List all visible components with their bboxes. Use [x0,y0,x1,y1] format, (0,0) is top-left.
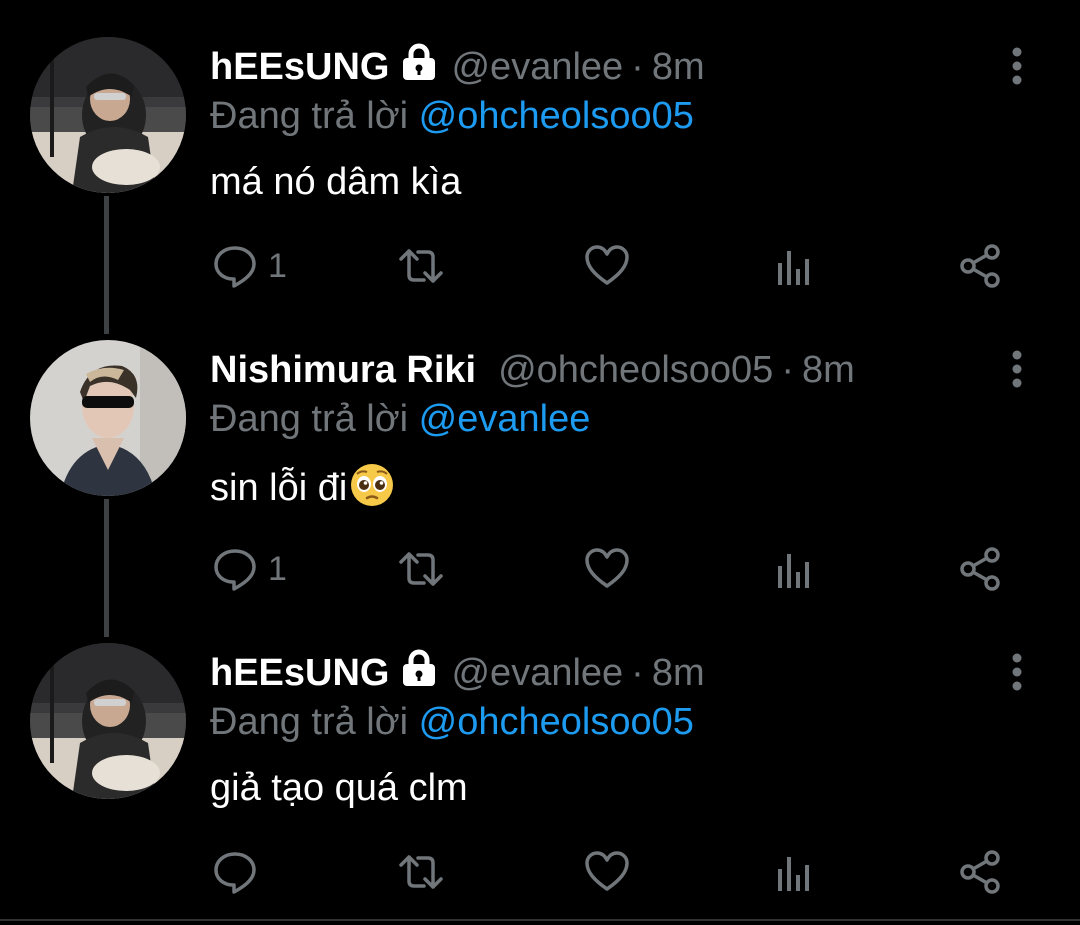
more-vertical-icon[interactable] [1000,347,1034,391]
tweet-header: Nishimura Riki @ohcheolsoo05 · 8m [210,345,855,395]
tweet-actions: 1 [0,541,1080,597]
display-name[interactable]: hEEsUNG [210,652,389,694]
replying-to-label: Đang trả lời [210,398,409,440]
user-handle[interactable]: @evanlee [451,46,623,88]
replying-to-line: Đang trả lời @ohcheolsoo05 [210,93,694,139]
retweet-icon [399,249,443,283]
tweet-actions [0,844,1080,900]
like-button[interactable] [584,844,630,900]
avatar-image [30,643,186,799]
tweet[interactable]: Nishimura Riki @ohcheolsoo05 · 8m Đang trả … [0,303,1080,606]
more-vertical-icon[interactable] [1000,650,1034,694]
analytics-button[interactable] [772,844,818,900]
reply-count: 1 [268,246,287,285]
tweet-text: giả tạo quá clm [210,765,468,811]
avatar[interactable] [30,643,186,799]
retweet-icon [399,855,443,889]
tweet-text: má nó dâm kìa [210,159,461,205]
avatar[interactable] [30,340,186,496]
separator-dot: · [781,349,794,391]
analytics-icon [778,857,809,891]
lock-icon [403,649,436,686]
like-icon [585,548,629,588]
pleading-face-emoji [351,464,394,506]
reply-to-handle[interactable]: @ohcheolsoo05 [419,95,694,137]
tweet-text-content: giả tạo quá clm [210,767,468,809]
divider [0,919,1080,921]
user-handle[interactable]: @evanlee [451,652,623,694]
replying-to-label: Đang trả lời [210,95,409,137]
tweet[interactable]: hEEsUNG @evanlee · 8m Đang trả lời @ohcheol… [0,0,1080,303]
tweet-text-content: sin lỗi đi [210,467,348,509]
retweet-button[interactable] [398,844,444,900]
share-icon [960,850,1000,894]
analytics-button[interactable] [772,541,818,597]
reply-to-handle[interactable]: @ohcheolsoo05 [419,701,694,743]
share-button[interactable] [958,238,1004,294]
reply-icon [214,549,256,591]
replying-to-line: Đang trả lời @ohcheolsoo05 [210,699,694,745]
tweet-text: sin lỗi đi [210,462,395,511]
conversation-thread: hEEsUNG @evanlee · 8m Đang trả lời @ohcheol… [0,0,1080,925]
analytics-icon [778,251,809,285]
retweet-button[interactable] [398,541,444,597]
replying-to-line: Đang trả lời @evanlee [210,396,590,442]
share-button[interactable] [958,844,1004,900]
reply-to-handle[interactable]: @evanlee [419,398,591,440]
reply-icon [214,852,256,894]
tweet-header: hEEsUNG @evanlee · 8m [210,648,705,698]
more-vertical-icon[interactable] [1000,44,1034,88]
share-button[interactable] [958,541,1004,597]
tweet[interactable]: hEEsUNG @evanlee · 8m Đang trả lời @ohcheol… [0,606,1080,909]
timestamp[interactable]: 8m [802,349,855,391]
display-name[interactable]: hEEsUNG [210,46,389,88]
like-button[interactable] [584,238,630,294]
tweet-actions: 1 [0,238,1080,294]
like-button[interactable] [584,541,630,597]
timestamp[interactable]: 8m [652,46,705,88]
share-icon [960,244,1000,288]
analytics-icon [778,554,809,588]
reply-icon [214,246,256,288]
avatar-image [30,37,186,193]
share-icon [960,547,1000,591]
replying-to-label: Đang trả lời [210,701,409,743]
display-name[interactable]: Nishimura Riki [210,349,476,391]
timestamp[interactable]: 8m [652,652,705,694]
reply-count: 1 [268,549,287,588]
reply-button[interactable]: 1 [212,238,287,294]
reply-button[interactable] [212,844,268,900]
like-icon [585,851,629,891]
separator-dot: · [631,46,644,88]
retweet-icon [399,552,443,586]
tweet-text-content: má nó dâm kìa [210,161,462,203]
lock-icon [403,43,436,80]
user-handle[interactable]: @ohcheolsoo05 [498,349,773,391]
avatar[interactable] [30,37,186,193]
analytics-button[interactable] [772,238,818,294]
separator-dot: · [631,652,644,694]
avatar-image [30,340,186,496]
like-icon [585,245,629,285]
retweet-button[interactable] [398,238,444,294]
tweet-header: hEEsUNG @evanlee · 8m [210,42,705,92]
reply-button[interactable]: 1 [212,541,287,597]
